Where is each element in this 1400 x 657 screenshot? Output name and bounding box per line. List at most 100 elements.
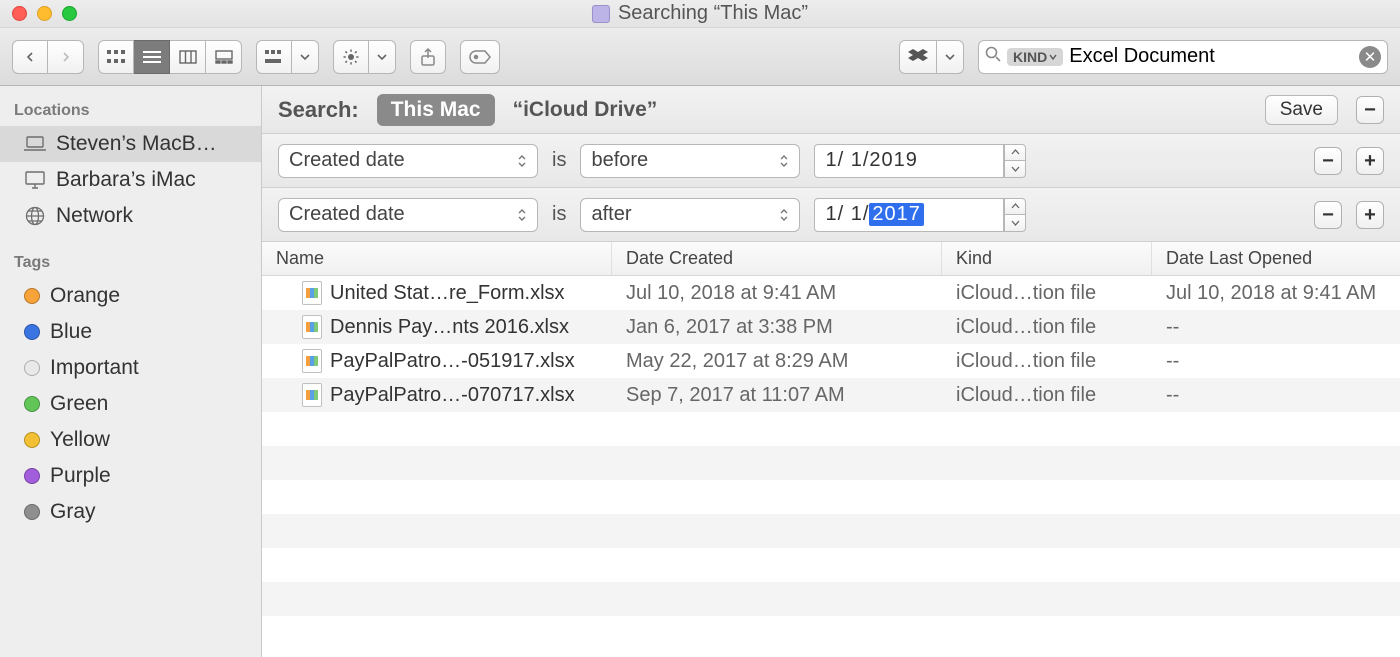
criteria-date-input[interactable]: 1/ 1/2019: [814, 144, 1004, 178]
tags-button[interactable]: [460, 40, 500, 74]
tag-dot-icon: [24, 360, 40, 376]
file-name: PayPalPatro…-051917.xlsx: [330, 350, 575, 373]
search-icon: [985, 45, 1001, 68]
sidebar-item-label: Network: [56, 204, 133, 228]
criteria-row: Created date is before 1/ 1/2019 − +: [262, 134, 1400, 188]
sidebar-item-label: Blue: [50, 320, 92, 344]
file-date-created: Jan 6, 2017 at 3:38 PM: [612, 316, 942, 339]
close-window-button[interactable]: [12, 6, 27, 21]
globe-icon: [24, 205, 46, 227]
search-label: Search:: [278, 97, 359, 123]
col-date-opened[interactable]: Date Last Opened: [1152, 242, 1400, 275]
sidebar-item-this-mac[interactable]: Steven’s MacB…: [0, 126, 261, 162]
file-kind: iCloud…tion file: [942, 384, 1152, 407]
empty-row: [262, 446, 1400, 480]
remove-scope-button[interactable]: −: [1356, 96, 1384, 124]
search-input[interactable]: [1069, 45, 1353, 68]
sidebar-tag-orange[interactable]: Orange: [0, 278, 261, 314]
tag-dot-icon: [24, 468, 40, 484]
zoom-window-button[interactable]: [62, 6, 77, 21]
search-kind-token[interactable]: KIND: [1007, 48, 1063, 66]
stepper-down-icon[interactable]: [1004, 161, 1026, 178]
tag-dot-icon: [24, 288, 40, 304]
criteria-is-label: is: [552, 149, 566, 172]
sidebar-item-label: Purple: [50, 464, 111, 488]
sidebar-item-label: Steven’s MacB…: [56, 132, 217, 156]
criteria-attribute-select[interactable]: Created date: [278, 144, 538, 178]
table-row[interactable]: United Stat…re_Form.xlsx Jul 10, 2018 at…: [262, 276, 1400, 310]
stepper-up-icon[interactable]: [1004, 198, 1026, 216]
add-criteria-button[interactable]: +: [1356, 201, 1384, 229]
remove-criteria-button[interactable]: −: [1314, 201, 1342, 229]
criteria-date-input[interactable]: 1/ 1/2017: [814, 198, 1004, 232]
tag-dot-icon: [24, 432, 40, 448]
col-name[interactable]: Name: [262, 242, 612, 275]
action-menu-button[interactable]: [333, 40, 396, 74]
forward-button[interactable]: [48, 40, 84, 74]
add-criteria-button[interactable]: +: [1356, 147, 1384, 175]
sidebar-item-label: Important: [50, 356, 139, 380]
sidebar-tag-green[interactable]: Green: [0, 386, 261, 422]
laptop-icon: [24, 133, 46, 155]
sidebar-tag-yellow[interactable]: Yellow: [0, 422, 261, 458]
save-search-button[interactable]: Save: [1265, 95, 1338, 125]
criteria-date-stepper[interactable]: [1004, 198, 1026, 232]
sidebar-item-label: Orange: [50, 284, 120, 308]
dropbox-button[interactable]: [899, 40, 964, 74]
col-kind[interactable]: Kind: [942, 242, 1152, 275]
empty-row: [262, 616, 1400, 650]
sidebar-tag-blue[interactable]: Blue: [0, 314, 261, 350]
back-button[interactable]: [12, 40, 48, 74]
col-date-created[interactable]: Date Created: [612, 242, 942, 275]
search-scope-bar: Search: This Mac “iCloud Drive” Save −: [262, 86, 1400, 134]
sidebar-heading-locations: Locations: [0, 96, 261, 126]
sidebar-tag-important[interactable]: Important: [0, 350, 261, 386]
tag-dot-icon: [24, 324, 40, 340]
sidebar-tag-purple[interactable]: Purple: [0, 458, 261, 494]
tag-dot-icon: [24, 396, 40, 412]
remove-criteria-button[interactable]: −: [1314, 147, 1342, 175]
clear-search-button[interactable]: ✕: [1359, 46, 1381, 68]
criteria-date-stepper[interactable]: [1004, 144, 1026, 178]
table-row[interactable]: Dennis Pay…nts 2016.xlsx Jan 6, 2017 at …: [262, 310, 1400, 344]
file-date-opened: Jul 10, 2018 at 9:41 AM: [1152, 282, 1400, 305]
sidebar-item-label: Green: [50, 392, 108, 416]
content-area: Search: This Mac “iCloud Drive” Save − C…: [262, 86, 1400, 657]
share-button[interactable]: [410, 40, 446, 74]
file-name: PayPalPatro…-070717.xlsx: [330, 384, 575, 407]
stepper-up-icon[interactable]: [1004, 144, 1026, 162]
sidebar-item-imac[interactable]: Barbara’s iMac: [0, 162, 261, 198]
view-icons-button[interactable]: [98, 40, 134, 74]
view-gallery-button[interactable]: [206, 40, 242, 74]
empty-row: [262, 480, 1400, 514]
sidebar-tag-gray[interactable]: Gray: [0, 494, 261, 530]
search-field[interactable]: KIND ✕: [978, 40, 1388, 74]
minimize-window-button[interactable]: [37, 6, 52, 21]
finder-search-icon: [592, 5, 610, 23]
sidebar: Locations Steven’s MacB… Barbara’s iMac …: [0, 86, 262, 657]
empty-row: [262, 412, 1400, 446]
view-list-button[interactable]: [134, 40, 170, 74]
file-date-created: May 22, 2017 at 8:29 AM: [612, 350, 942, 373]
file-name: Dennis Pay…nts 2016.xlsx: [330, 316, 569, 339]
xlsx-file-icon: [302, 281, 322, 305]
group-by-button[interactable]: [256, 40, 319, 74]
desktop-icon: [24, 169, 46, 191]
criteria-operator-select[interactable]: after: [580, 198, 800, 232]
file-date-opened: --: [1152, 384, 1400, 407]
toolbar: KIND ✕: [0, 28, 1400, 86]
nav-back-forward: [12, 40, 84, 74]
criteria-operator-select[interactable]: before: [580, 144, 800, 178]
sidebar-item-label: Barbara’s iMac: [56, 168, 196, 192]
scope-this-mac[interactable]: This Mac: [377, 94, 495, 126]
sidebar-item-network[interactable]: Network: [0, 198, 261, 234]
view-columns-button[interactable]: [170, 40, 206, 74]
empty-row: [262, 548, 1400, 582]
sidebar-heading-tags: Tags: [0, 248, 261, 278]
table-row[interactable]: PayPalPatro…-070717.xlsx Sep 7, 2017 at …: [262, 378, 1400, 412]
criteria-attribute-select[interactable]: Created date: [278, 198, 538, 232]
scope-icloud-drive[interactable]: “iCloud Drive”: [513, 98, 658, 122]
criteria-is-label: is: [552, 203, 566, 226]
stepper-down-icon[interactable]: [1004, 215, 1026, 232]
table-row[interactable]: PayPalPatro…-051917.xlsx May 22, 2017 at…: [262, 344, 1400, 378]
